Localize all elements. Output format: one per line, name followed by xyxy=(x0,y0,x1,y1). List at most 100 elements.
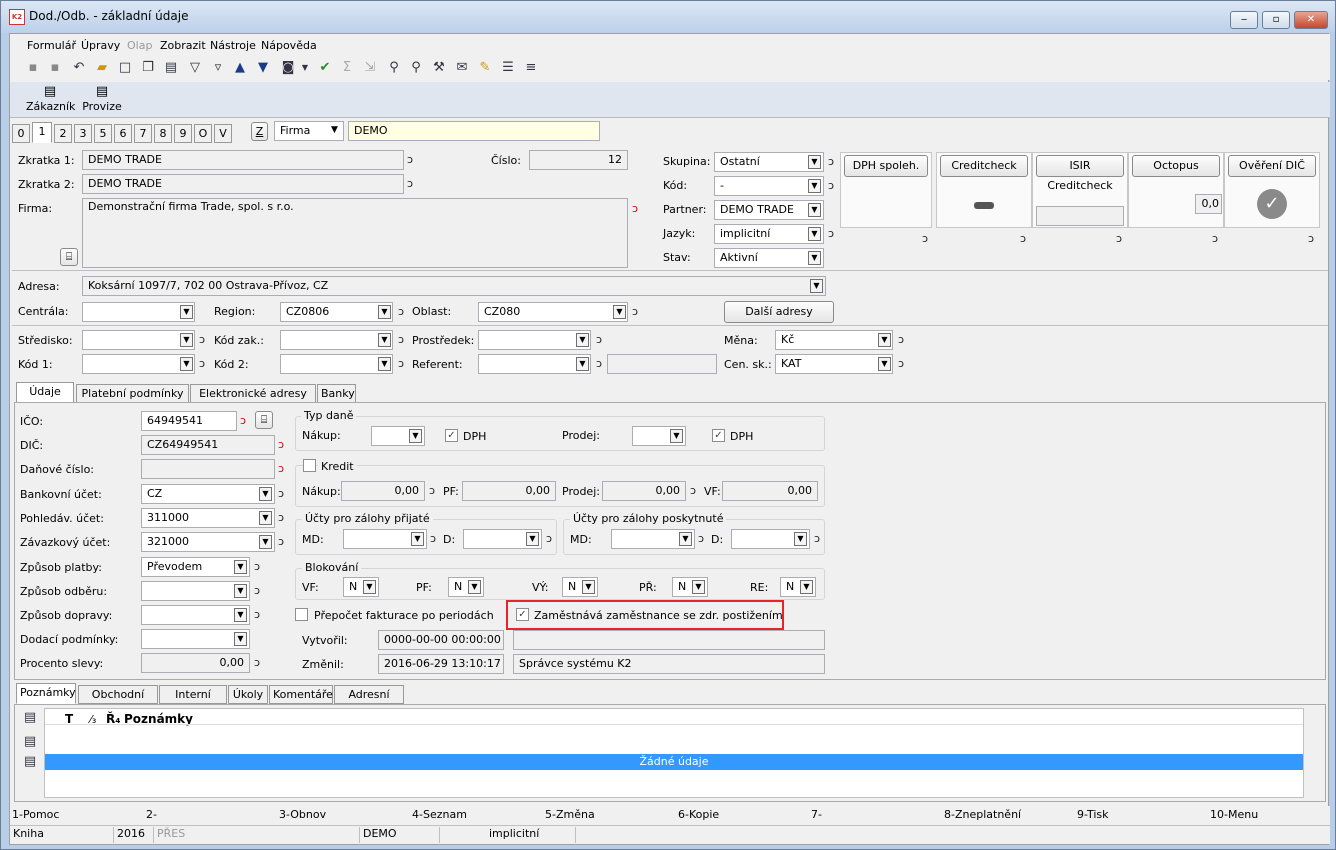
menu-formular[interactable]: Formulář xyxy=(27,39,76,52)
help-icon[interactable]: ↄ xyxy=(1308,232,1314,245)
dph-button[interactable]: DPH spoleh. xyxy=(844,155,928,177)
fkey-9[interactable]: 9-Tisk xyxy=(1077,808,1109,821)
chevron-down-icon[interactable]: ▼ xyxy=(808,155,821,169)
sleva-field[interactable]: 0,00 xyxy=(141,653,250,673)
mail-icon[interactable]: ✉ xyxy=(454,60,470,76)
tab-komentare[interactable]: Komentáře xyxy=(269,685,333,704)
tab-poznamky[interactable]: Poznámky xyxy=(16,683,76,704)
search-value-input[interactable]: DEMO xyxy=(348,121,600,141)
title-bar[interactable]: K2 Dod./Odb. - základní údaje ‒ ▫ ✕ xyxy=(1,1,1335,33)
arrow-down-icon[interactable]: ▼ xyxy=(255,60,271,76)
oblast-select[interactable]: CZ080 xyxy=(478,302,628,322)
chevron-down-icon[interactable]: ▼ xyxy=(411,532,424,546)
help-icon[interactable]: ↄ xyxy=(278,511,284,524)
help-icon[interactable]: ↄ xyxy=(922,232,928,245)
tab-elektronicke[interactable]: Elektronické adresy (H) xyxy=(190,384,316,417)
help-icon[interactable]: ↄ xyxy=(199,357,205,370)
edit-firma-button[interactable]: ⌸ xyxy=(60,248,78,266)
tab-2[interactable]: 2 xyxy=(54,124,72,143)
chevron-down-icon[interactable]: ▼ xyxy=(234,560,247,574)
tab-udaje[interactable]: Údaje (P) xyxy=(16,382,74,415)
menu-upravy[interactable]: Úpravy xyxy=(81,39,120,52)
chevron-down-icon[interactable]: ▼ xyxy=(180,357,193,371)
menu-nastroje[interactable]: Nástroje xyxy=(210,39,256,52)
close-button[interactable]: ✕ xyxy=(1294,11,1328,29)
mena-select[interactable]: Kč xyxy=(775,330,893,350)
credit-nakup-field[interactable]: 0,00 xyxy=(341,481,425,501)
chevron-down-icon[interactable]: ▼ xyxy=(526,532,539,546)
fkey-10[interactable]: 10-Menu xyxy=(1210,808,1258,821)
creditcheck-button[interactable]: Creditcheck xyxy=(940,155,1028,177)
tab-ukoly[interactable]: Úkoly xyxy=(228,685,268,704)
help-icon[interactable]: ↄ xyxy=(632,202,638,215)
tab-0[interactable]: 0 xyxy=(12,124,30,143)
chevron-down-icon[interactable]: ▼ xyxy=(692,580,705,594)
help-icon[interactable]: ↄ xyxy=(429,484,435,497)
help-icon[interactable]: ↄ xyxy=(1116,232,1122,245)
notes-icon[interactable]: ✎ xyxy=(477,60,493,76)
chevron-down-icon[interactable]: ▼ xyxy=(180,333,193,347)
octopus-button[interactable]: Octopus xyxy=(1132,155,1220,177)
tab-o[interactable]: O xyxy=(194,124,212,143)
zav-select[interactable]: 321000 xyxy=(141,532,275,552)
fkey-3[interactable]: 3-Obnov xyxy=(279,808,326,821)
book-icon[interactable]: ▤ xyxy=(163,60,179,76)
help-icon[interactable]: ↄ xyxy=(240,414,246,427)
arrow-up-icon[interactable]: ▲ xyxy=(232,60,248,76)
help-icon[interactable]: ↄ xyxy=(596,357,602,370)
menu-olap[interactable]: Olap xyxy=(127,39,152,52)
ares-button[interactable]: ⌸ xyxy=(255,411,273,429)
chevron-down-icon[interactable]: ▼ xyxy=(378,333,391,347)
chevron-down-icon[interactable]: ▼ xyxy=(576,333,589,347)
menu-napoveda[interactable]: Nápověda xyxy=(261,39,317,52)
tab-obchodni-text[interactable]: Obchodní text xyxy=(78,685,158,718)
help-icon[interactable]: ↄ xyxy=(632,305,638,318)
copy-icon[interactable]: ❐ xyxy=(140,60,156,76)
tab-v[interactable]: V xyxy=(214,124,232,143)
tax-dph1-checkbox[interactable]: ✓ xyxy=(445,429,458,442)
tab-banky[interactable]: Banky xyxy=(317,384,356,403)
chevron-down-icon[interactable]: ▼ xyxy=(808,251,821,265)
chevron-down-icon[interactable]: ▼ xyxy=(800,580,813,594)
isir-field[interactable] xyxy=(1036,206,1124,226)
region-select[interactable]: CZ0806 xyxy=(280,302,393,322)
fkey-8[interactable]: 8-Zneplatnění xyxy=(944,808,1021,821)
tab-8[interactable]: 8 xyxy=(154,124,172,143)
help-icon[interactable]: ↄ xyxy=(407,153,413,166)
zkratka2-field[interactable]: DEMO TRADE xyxy=(82,174,404,194)
tab-interni-text[interactable]: Interní text xyxy=(159,685,227,718)
centrala-select[interactable] xyxy=(82,302,195,322)
fkey-7[interactable]: 7- xyxy=(811,808,822,821)
filter-icon[interactable]: ▽ xyxy=(187,60,203,76)
help-icon[interactable]: ↄ xyxy=(398,357,404,370)
chevron-down-icon[interactable]: ▼ xyxy=(363,580,376,594)
help-icon[interactable]: ↄ xyxy=(254,656,260,669)
dic-field[interactable]: CZ64949541 xyxy=(141,435,275,455)
pohl-select[interactable]: 311000 xyxy=(141,508,275,528)
new-document-icon[interactable]: □ xyxy=(117,60,133,76)
binoculars-next-icon[interactable]: ⚲ xyxy=(408,60,424,76)
help-icon[interactable]: ↄ xyxy=(546,532,552,545)
tab-7[interactable]: 7 xyxy=(134,124,152,143)
help-icon[interactable]: ↄ xyxy=(828,227,834,240)
help-icon[interactable]: ↄ xyxy=(254,608,260,621)
chevron-down-icon[interactable]: ▼ xyxy=(409,429,422,443)
chevron-down-icon[interactable]: ▼ xyxy=(328,124,341,138)
chevron-down-icon[interactable]: ▼ xyxy=(808,227,821,241)
overeni-button[interactable]: Ověření DIČ xyxy=(1228,155,1316,177)
list-edit-icon[interactable]: ☰ xyxy=(500,60,516,76)
help-icon[interactable]: ↄ xyxy=(254,584,260,597)
chevron-down-icon[interactable]: ▼ xyxy=(613,305,626,319)
fkey-5[interactable]: 5-Změna xyxy=(545,808,595,821)
chevron-down-icon[interactable]: ▼ xyxy=(576,357,589,371)
help-icon[interactable]: ↄ xyxy=(398,305,404,318)
help-icon[interactable]: ↄ xyxy=(814,532,820,545)
chevron-down-icon[interactable]: ▼ xyxy=(259,535,272,549)
sum-arrow-icon[interactable]: ⇲ xyxy=(362,60,378,76)
help-icon[interactable]: ↄ xyxy=(1212,232,1218,245)
save-icon[interactable]: ▪ xyxy=(25,60,41,76)
chevron-down-icon[interactable]: ▼ xyxy=(878,333,891,347)
save-close-icon[interactable]: ▪ xyxy=(47,60,63,76)
help-icon[interactable]: ↄ xyxy=(278,462,284,475)
chevron-down-icon[interactable]: ▼ xyxy=(794,532,807,546)
